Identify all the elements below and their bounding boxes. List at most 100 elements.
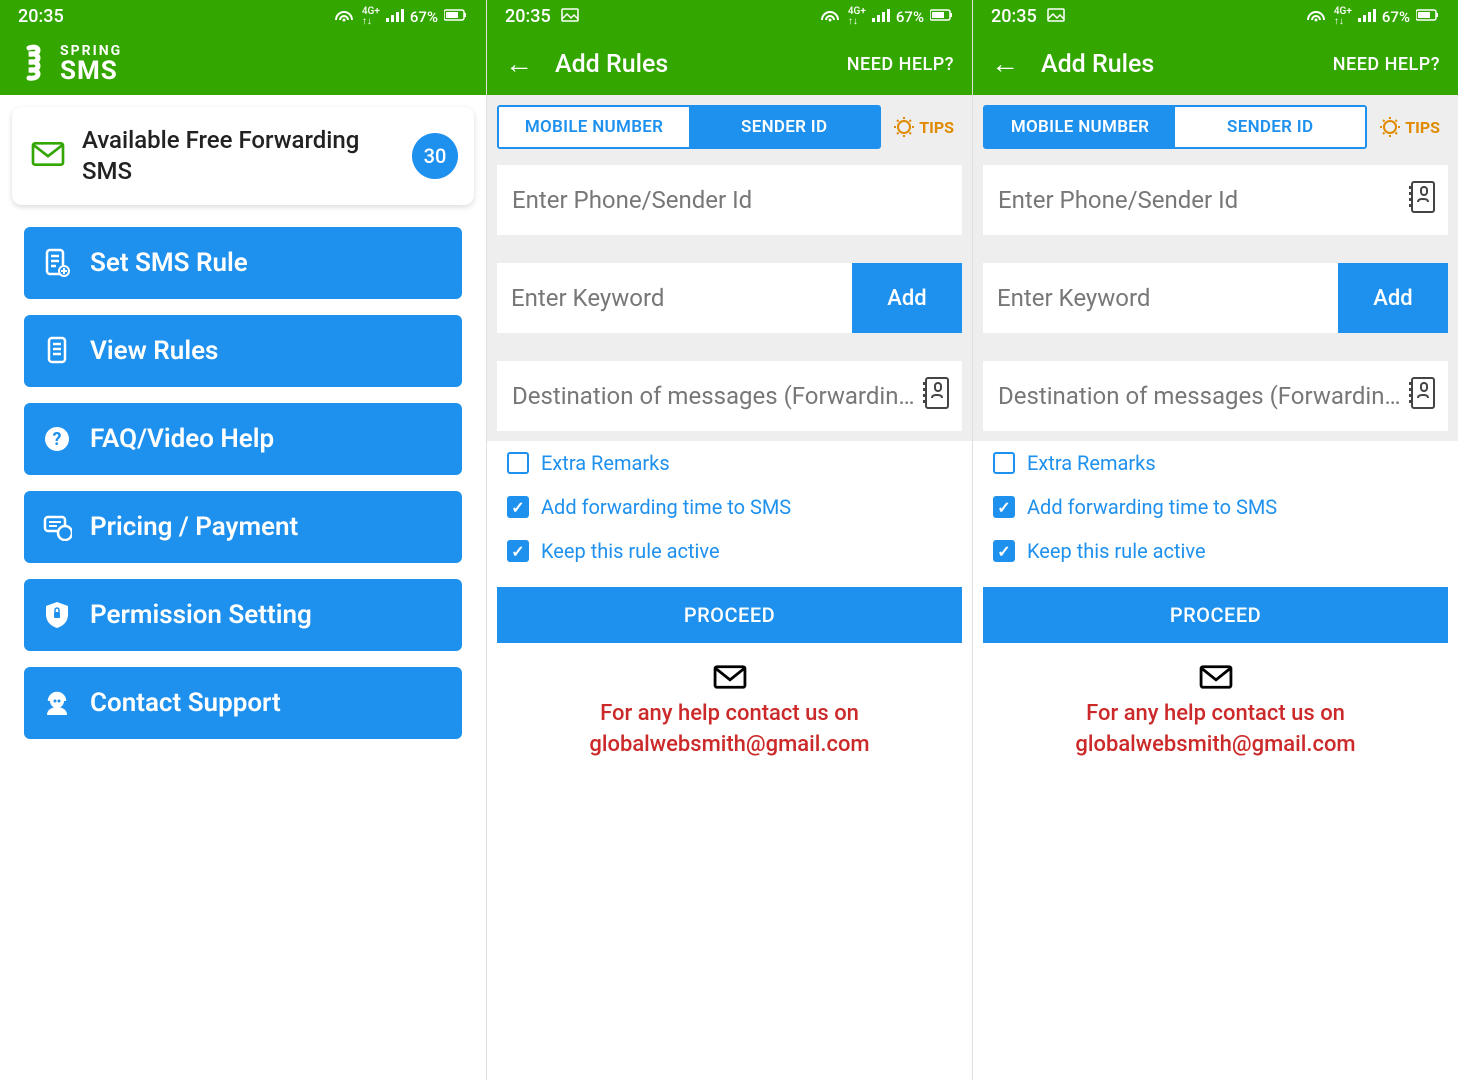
back-button[interactable]: ← xyxy=(991,50,1019,78)
status-bar: 20:35 4G+↑↓ 67% xyxy=(487,0,972,33)
pricing-button[interactable]: Pricing / Payment xyxy=(24,491,462,563)
doc-plus-icon xyxy=(42,248,72,278)
add-keyword-label: Add xyxy=(887,286,926,311)
status-time: 20:35 xyxy=(991,6,1037,27)
quota-card[interactable]: Available Free Forwarding SMS 30 xyxy=(12,107,474,205)
signal-icon xyxy=(386,8,404,26)
tab-mobile-number[interactable]: MOBILE NUMBER xyxy=(985,107,1175,147)
screen-add-rules-sender: 20:35 4G+↑↓ 67% ← Add Rules NEED HELP? M… xyxy=(972,0,1458,1080)
checkbox-extra-remarks-label: Extra Remarks xyxy=(541,451,670,475)
status-battery: 67% xyxy=(410,8,438,26)
tab-group: MOBILE NUMBER SENDER ID xyxy=(497,105,881,149)
checkbox-icon xyxy=(993,496,1015,518)
checkbox-icon xyxy=(507,452,529,474)
set-sms-rule-label: Set SMS Rule xyxy=(90,248,248,278)
tips-button[interactable]: TIPS xyxy=(1367,116,1448,138)
add-keyword-label: Add xyxy=(1373,286,1412,311)
network-icon: 4G+↑↓ xyxy=(1334,7,1352,27)
support-icon xyxy=(42,688,72,718)
checkbox-icon xyxy=(993,452,1015,474)
destination-placeholder: Destination of messages (Forwardin… xyxy=(512,382,915,410)
network-icon: 4G+↑↓ xyxy=(362,7,380,27)
proceed-label: PROCEED xyxy=(684,603,775,627)
contacts-icon[interactable] xyxy=(921,376,951,416)
tab-sender-id[interactable]: SENDER ID xyxy=(689,107,879,147)
picture-icon xyxy=(1047,6,1065,27)
tab-sender-id[interactable]: SENDER ID xyxy=(1175,107,1365,147)
page-title: Add Rules xyxy=(555,50,668,79)
view-rules-label: View Rules xyxy=(90,336,218,366)
checkbox-icon xyxy=(993,540,1015,562)
status-bar: 20:35 4G+↑↓ 67% xyxy=(973,0,1458,33)
screen-home: 20:35 4G+↑↓ 67% SPRING SMS xyxy=(0,0,486,1080)
contacts-icon[interactable] xyxy=(1407,376,1437,416)
envelope-icon xyxy=(712,676,748,695)
keyword-placeholder: Enter Keyword xyxy=(511,284,664,312)
help-line-2[interactable]: globalwebsmith@gmail.com xyxy=(993,732,1438,757)
status-battery: 67% xyxy=(896,8,924,26)
proceed-button[interactable]: PROCEED xyxy=(497,587,962,643)
checkbox-keep-active-label: Keep this rule active xyxy=(541,539,720,563)
quota-badge: 30 xyxy=(412,133,458,179)
faq-button[interactable]: FAQ/Video Help xyxy=(24,403,462,475)
pricing-icon xyxy=(42,512,72,542)
checkbox-extra-remarks[interactable]: Extra Remarks xyxy=(973,441,1458,485)
keyword-input[interactable]: Enter Keyword xyxy=(497,263,852,333)
phone-sender-input[interactable]: Enter Phone/Sender Id xyxy=(497,165,962,235)
network-icon: 4G+↑↓ xyxy=(848,7,866,27)
checkbox-add-time-label: Add forwarding time to SMS xyxy=(541,495,791,519)
checkbox-keep-active[interactable]: Keep this rule active xyxy=(973,529,1458,573)
contact-help-block: For any help contact us on globalwebsmit… xyxy=(487,657,972,763)
app-bar: ← Add Rules NEED HELP? xyxy=(487,33,972,95)
status-time: 20:35 xyxy=(18,6,64,27)
status-bar: 20:35 4G+↑↓ 67% xyxy=(0,0,486,33)
screen-add-rules-mobile: 20:35 4G+↑↓ 67% ← Add Rules NEED HELP? M… xyxy=(486,0,972,1080)
tips-button[interactable]: TIPS xyxy=(881,116,962,138)
checkbox-icon xyxy=(507,540,529,562)
phone-sender-placeholder: Enter Phone/Sender Id xyxy=(512,186,752,214)
need-help-link[interactable]: NEED HELP? xyxy=(1333,54,1440,75)
checkbox-add-time[interactable]: Add forwarding time to SMS xyxy=(973,485,1458,529)
help-line-1: For any help contact us on xyxy=(507,701,952,726)
destination-input[interactable]: Destination of messages (Forwardin… xyxy=(983,361,1448,431)
contact-button[interactable]: Contact Support xyxy=(24,667,462,739)
contact-label: Contact Support xyxy=(90,688,281,718)
destination-input[interactable]: Destination of messages (Forwardin… xyxy=(497,361,962,431)
proceed-label: PROCEED xyxy=(1170,603,1261,627)
envelope-icon xyxy=(28,139,68,173)
set-sms-rule-button[interactable]: Set SMS Rule xyxy=(24,227,462,299)
permission-label: Permission Setting xyxy=(90,600,312,630)
permission-button[interactable]: Permission Setting xyxy=(24,579,462,651)
contacts-icon[interactable] xyxy=(1407,180,1437,220)
need-help-link[interactable]: NEED HELP? xyxy=(847,54,954,75)
proceed-button[interactable]: PROCEED xyxy=(983,587,1448,643)
app-logo-icon xyxy=(18,44,52,84)
quota-card-title: Available Free Forwarding SMS xyxy=(82,125,398,187)
tips-label: TIPS xyxy=(919,118,954,137)
add-keyword-button[interactable]: Add xyxy=(852,263,962,333)
checkbox-keep-active-label: Keep this rule active xyxy=(1027,539,1206,563)
checkbox-extra-remarks-label: Extra Remarks xyxy=(1027,451,1156,475)
phone-sender-input[interactable]: Enter Phone/Sender Id xyxy=(983,165,1448,235)
help-line-2[interactable]: globalwebsmith@gmail.com xyxy=(507,732,952,757)
help-icon xyxy=(42,424,72,454)
checkbox-keep-active[interactable]: Keep this rule active xyxy=(487,529,972,573)
hotspot-icon xyxy=(818,6,842,28)
app-logo-bar: SPRING SMS xyxy=(0,33,486,95)
checkbox-add-time-label: Add forwarding time to SMS xyxy=(1027,495,1277,519)
picture-icon xyxy=(561,6,579,27)
tab-mobile-number[interactable]: MOBILE NUMBER xyxy=(499,107,689,147)
doc-icon xyxy=(42,336,72,366)
page-title: Add Rules xyxy=(1041,50,1154,79)
battery-icon xyxy=(444,8,468,26)
brand-main: SMS xyxy=(60,58,122,84)
battery-icon xyxy=(930,8,954,26)
back-button[interactable]: ← xyxy=(505,50,533,78)
keyword-input[interactable]: Enter Keyword xyxy=(983,263,1338,333)
battery-icon xyxy=(1416,8,1440,26)
view-rules-button[interactable]: View Rules xyxy=(24,315,462,387)
signal-icon xyxy=(1358,8,1376,26)
checkbox-extra-remarks[interactable]: Extra Remarks xyxy=(487,441,972,485)
add-keyword-button[interactable]: Add xyxy=(1338,263,1448,333)
checkbox-add-time[interactable]: Add forwarding time to SMS xyxy=(487,485,972,529)
